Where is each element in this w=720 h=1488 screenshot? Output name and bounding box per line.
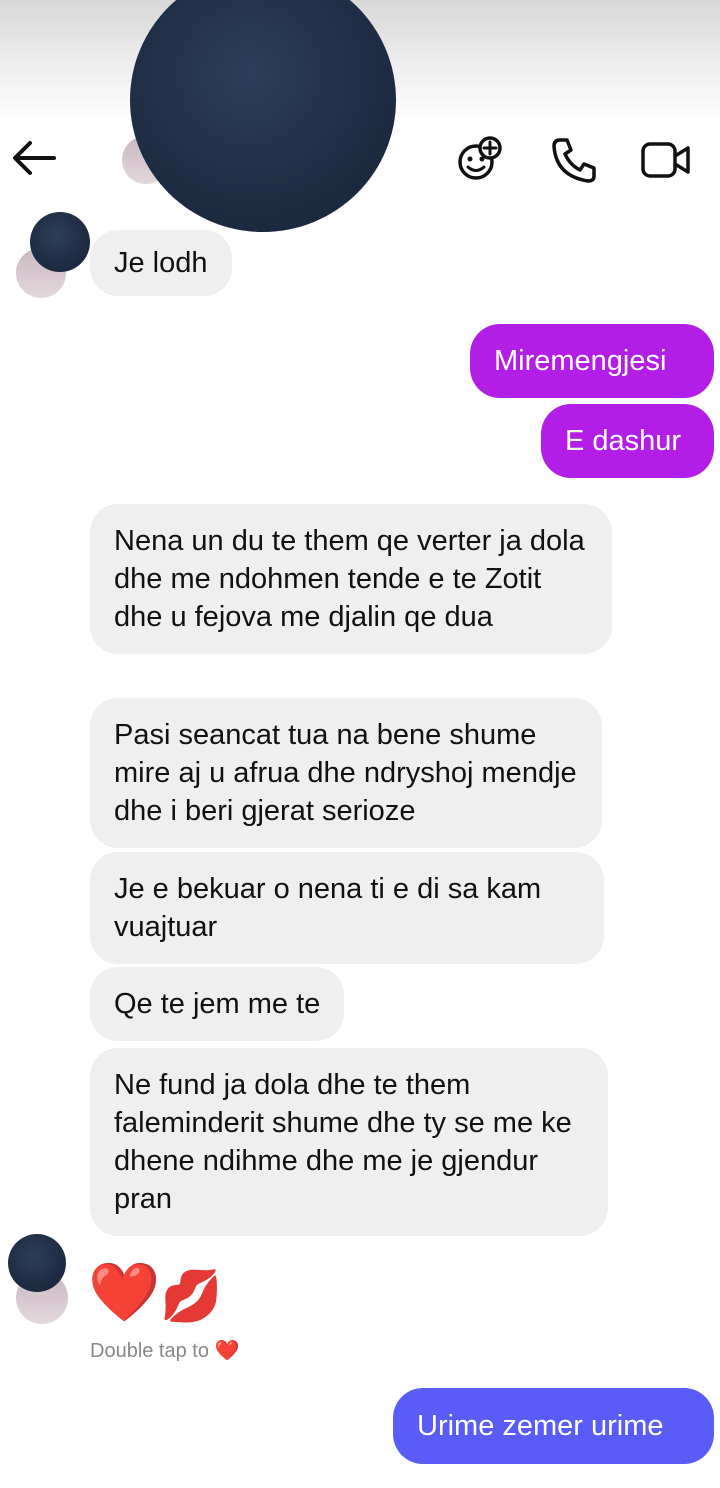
kiss-emoji-message[interactable]: 💋 — [160, 1264, 222, 1328]
message-text: E dashur — [565, 425, 682, 457]
video-camera-icon — [641, 142, 690, 178]
received-message[interactable]: Je e bekuar o nena ti e di sa kam vuajtu… — [90, 852, 604, 964]
sent-message[interactable]: E dashur — [541, 404, 714, 478]
call-button[interactable] — [550, 136, 598, 184]
privacy-blur-blob — [30, 212, 90, 272]
message-text: Miremengjesi — [494, 345, 667, 377]
sent-message[interactable]: Urime zemer urime — [393, 1388, 714, 1464]
message-text: Urime zemer urime — [417, 1410, 664, 1442]
ai-button[interactable] — [454, 134, 506, 186]
received-message[interactable]: Pasi seancat tua na bene shume mire aj u… — [90, 698, 602, 848]
received-message[interactable]: Je lodh — [90, 230, 232, 296]
back-button[interactable] — [10, 138, 58, 178]
video-call-button[interactable] — [640, 140, 692, 180]
heart-icon: ❤️ — [214, 1340, 240, 1362]
privacy-blur-blob — [8, 1234, 66, 1292]
received-message[interactable]: Ne fund ja dola dhe te them faleminderit… — [90, 1048, 608, 1236]
ai-sparkle-icon — [458, 136, 502, 180]
double-tap-text: Double tap to — [90, 1340, 209, 1362]
heart-emoji-message[interactable]: ❤️ — [88, 1258, 160, 1328]
received-message[interactable]: Nena un du te them qe verter ja dola dhe… — [90, 504, 612, 654]
received-message[interactable]: Qe te jem me te — [90, 967, 345, 1041]
arrow-left-icon — [13, 141, 56, 175]
sent-message[interactable]: Miremengjesi — [470, 324, 714, 398]
phone-icon — [552, 138, 596, 183]
double-tap-hint: Double tap to ❤️ — [90, 1338, 239, 1363]
